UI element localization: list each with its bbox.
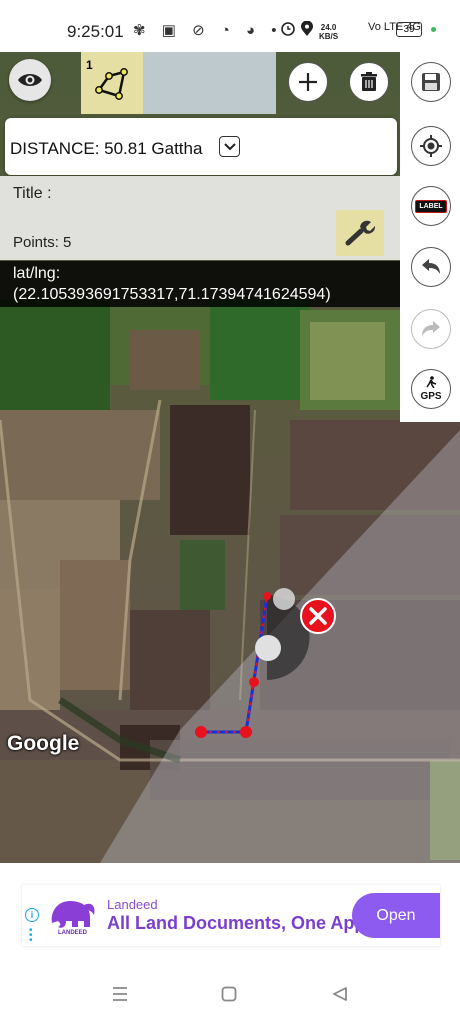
back-triangle-icon <box>333 987 347 1001</box>
path-point[interactable] <box>195 726 207 738</box>
drag-handle[interactable] <box>273 588 295 610</box>
ad-menu-icon[interactable]: • • • <box>29 926 33 946</box>
gps-label: GPS <box>420 391 442 402</box>
plus-icon <box>299 73 317 91</box>
gps-icon: GPS <box>420 376 442 402</box>
title-label: Title : <box>13 185 52 202</box>
eye-icon <box>18 74 42 86</box>
path-point[interactable] <box>240 726 252 738</box>
label-icon: LABEL <box>415 199 447 213</box>
active-point-handle[interactable] <box>255 635 281 661</box>
network-speed: 24.0 KB/S <box>319 23 338 41</box>
wrench-icon <box>345 220 376 246</box>
square-home-icon <box>221 986 237 1002</box>
status-time: 9:25:01 <box>67 22 124 41</box>
label-toggle-button[interactable]: LABEL <box>411 186 451 226</box>
save-button[interactable] <box>411 62 451 102</box>
status-bar: 9:25:01 ✾ ▣ ⊘ ◔ ◕ • 24.0 KB/S Vo LTE 4G … <box>0 0 460 52</box>
undo-icon <box>422 259 440 274</box>
points-count: Points: 5 <box>13 234 72 251</box>
ad-brand: Landeed <box>107 897 158 912</box>
ad-headline[interactable]: All Land Documents, One App <box>107 913 365 934</box>
my-location-button[interactable] <box>411 126 451 166</box>
menu-icon <box>113 987 127 1001</box>
distance-readout: DISTANCE: 50.81 Gattha <box>10 139 203 158</box>
visibility-toggle-button[interactable] <box>9 59 51 101</box>
ad-info-icon[interactable]: i <box>25 908 39 922</box>
shape-count: 1 <box>86 58 93 72</box>
alarm-location-icons <box>281 21 313 36</box>
right-tool-panel <box>400 52 460 422</box>
path-point[interactable] <box>263 592 271 600</box>
crosshair-icon <box>420 135 442 157</box>
ad-open-button[interactable]: Open <box>352 893 440 938</box>
redo-icon <box>422 321 440 336</box>
notification-icons: ✾ ▣ ⊘ ◔ ◕ • <box>133 22 283 39</box>
ad-logo-text: LANDEED <box>58 930 88 936</box>
settings-button[interactable] <box>336 210 384 256</box>
add-button[interactable] <box>288 62 328 102</box>
google-attribution: Google <box>7 732 80 755</box>
recents-button[interactable] <box>108 982 132 1006</box>
delete-button[interactable] <box>349 62 389 102</box>
undo-button[interactable] <box>411 247 451 287</box>
latlng-value: (22.105393691753317,71.17394741624594) <box>13 286 331 303</box>
unit-dropdown[interactable] <box>219 136 240 157</box>
gps-button[interactable]: GPS <box>411 369 451 409</box>
net-speed-value: 24.0 <box>320 23 337 32</box>
home-button[interactable] <box>217 982 241 1006</box>
net-speed-unit: KB/S <box>319 32 339 41</box>
latlng-label: lat/lng: <box>13 265 61 282</box>
chevron-down-icon <box>223 142 236 150</box>
battery-icon: 39 <box>396 22 422 37</box>
redo-button[interactable] <box>411 309 451 349</box>
floppy-disk-icon <box>422 73 440 91</box>
path-point[interactable] <box>249 677 259 687</box>
back-button[interactable] <box>328 982 352 1006</box>
walking-person-icon <box>426 376 437 389</box>
trash-icon <box>361 72 377 91</box>
privacy-dot <box>431 27 436 32</box>
